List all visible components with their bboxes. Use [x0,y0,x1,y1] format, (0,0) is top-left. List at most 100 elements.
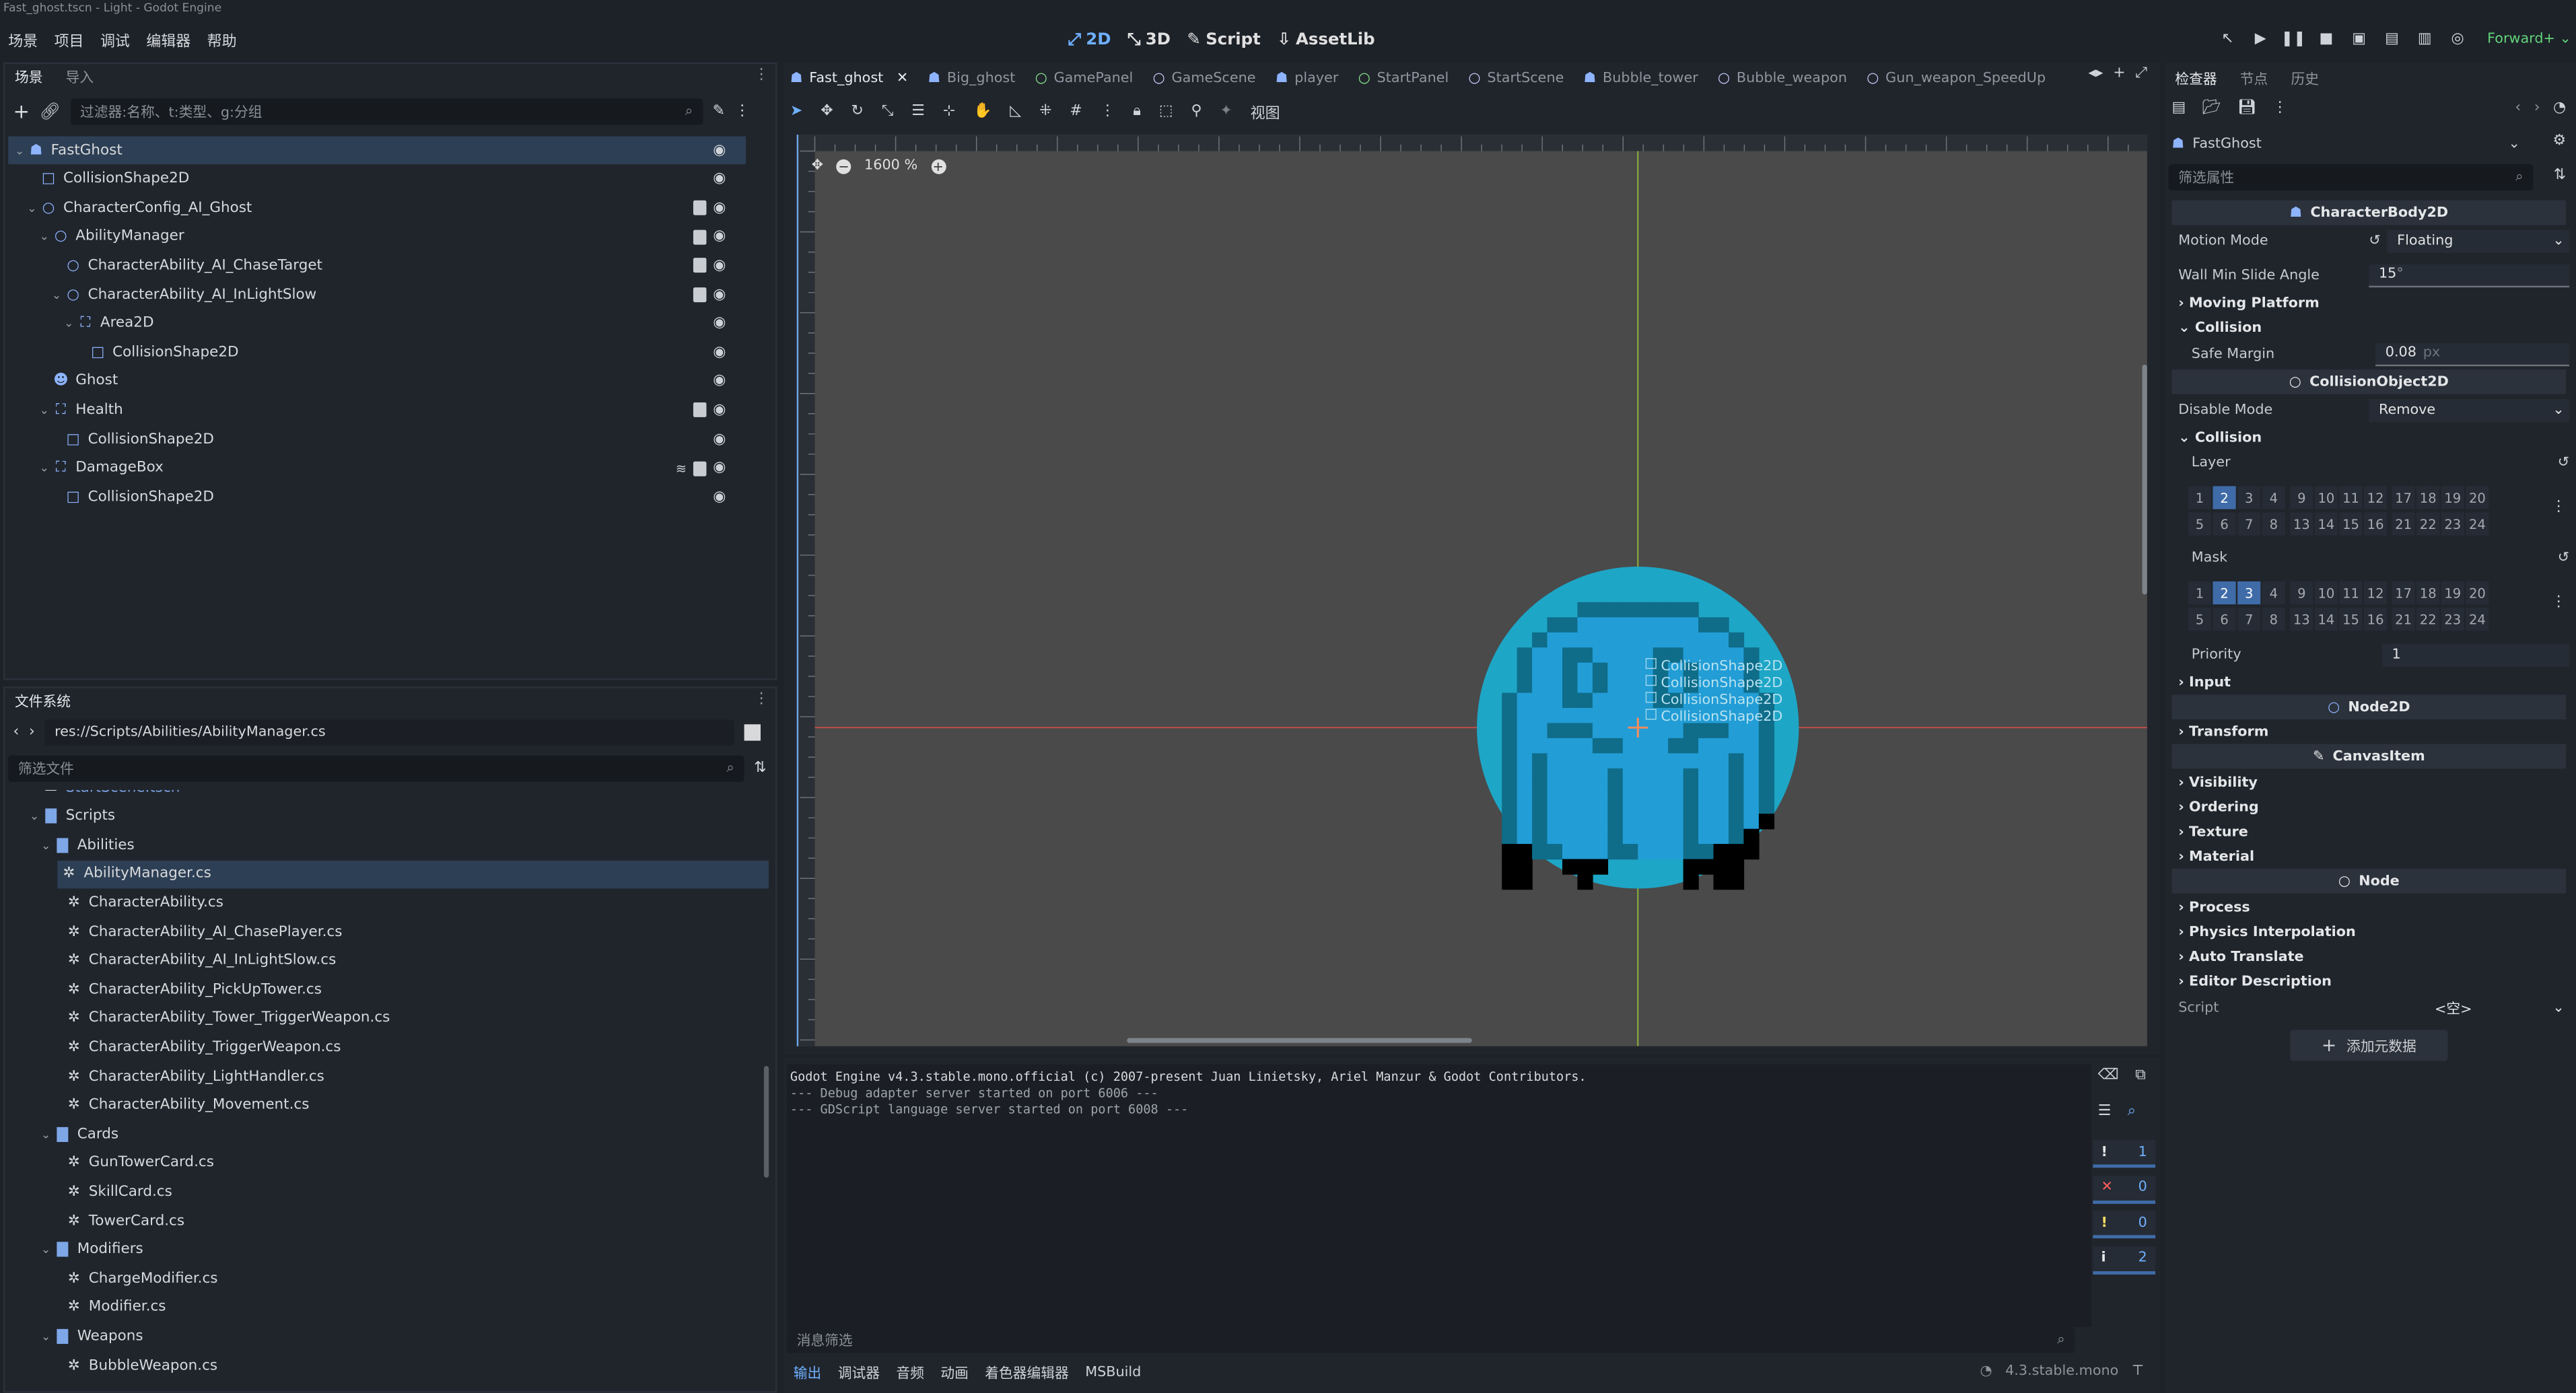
folder-item[interactable]: ⌄ ▇ Cards [11,1120,746,1148]
bit-cell[interactable]: 21 [2392,608,2415,631]
sort-icon[interactable]: ⇅ [754,760,766,777]
bit-cell[interactable]: 2 [2213,486,2236,509]
visibility-eye-icon[interactable]: ◉ [713,373,729,390]
bit-cell[interactable]: 20 [2466,486,2489,509]
history-forward-icon[interactable]: › [2534,100,2540,116]
tab-assetlib[interactable]: ⇩ AssetLib [1277,30,1374,48]
scene-filter-input[interactable]: 过滤器:名称、t:类型、g:分组 ⌕ [70,98,703,125]
bit-cell[interactable]: 22 [2416,608,2440,631]
snap-options-icon[interactable]: ⋮ [1100,104,1115,120]
scene-tabs-nav-icon[interactable]: ◂▸ [2088,66,2103,82]
bottom-tab[interactable]: MSBuild [1085,1365,1141,1381]
file-item[interactable]: ✲ Modifier.cs [11,1294,746,1322]
bit-cell[interactable]: 3 [2237,581,2261,605]
scene-tree-node[interactable]: ⌄ ○ CharacterConfig_AI_Ghost ◉ [8,194,746,221]
bit-cell[interactable]: 7 [2237,608,2261,631]
canvas-2d[interactable]: CollisionShape2D CollisionShape2D Collisio… [796,135,2147,1046]
file-item[interactable]: ✲ SkillCard.cs [11,1178,746,1206]
file-item[interactable]: ✲ CharacterAbility.cs [11,889,746,917]
inspected-node[interactable]: ☗ FastGhost ⌄ [2171,131,2519,156]
bit-cell[interactable]: 24 [2466,512,2489,536]
counter-info[interactable]: i2 [2093,1246,2156,1274]
remote-deploy-icon[interactable]: ▣ [2349,30,2369,49]
expand-arrow-icon[interactable]: ⌄ [41,1330,55,1344]
file-item[interactable]: ✲ CharacterAbility_AI_InLightSlow.cs [11,947,746,974]
script-icon[interactable] [693,201,707,216]
scene-tab[interactable]: ☗ player [1276,71,1339,87]
menu-item[interactable]: 项目 [46,29,92,50]
visibility-eye-icon[interactable]: ◉ [713,229,729,245]
add-metadata-button[interactable]: + 添加元数据 [2290,1030,2448,1061]
visibility-eye-icon[interactable]: ◉ [713,460,729,476]
bottom-tab[interactable]: 调试器 [838,1363,880,1383]
grid-snap-icon[interactable]: # [1070,104,1082,120]
tab-2d[interactable]: ⤢ 2D [1068,30,1111,48]
expand-arrow-icon[interactable]: ⌄ [52,288,65,301]
scene-tree-node[interactable]: □ CollisionShape2D ◉ [8,483,746,511]
bit-cell[interactable]: 9 [2290,486,2313,509]
save-resource-icon[interactable]: 💾︎ [2237,100,2256,116]
scene-tree-node[interactable]: □ CollisionShape2D ◉ [8,166,746,193]
zoom-level[interactable]: 1600 % [864,157,917,174]
script-icon[interactable] [693,460,707,476]
attach-script-icon[interactable]: ✎ [713,104,725,120]
section-texture[interactable]: › Texture [2171,820,2569,845]
bit-cell[interactable]: 21 [2392,512,2415,536]
link-icon[interactable]: 🔗︎ [40,103,61,121]
stop-icon[interactable]: ■ [2316,30,2336,49]
bit-cell[interactable]: 1 [2188,581,2212,605]
folder-item[interactable]: ⌄ ▇ Modifiers [11,1236,746,1264]
script-icon[interactable] [693,287,707,303]
expand-arrow-icon[interactable]: ⌄ [64,317,77,330]
motion-mode-select[interactable]: Floating ⌄ [2387,229,2570,252]
revert-icon[interactable]: ↺ [2558,454,2569,470]
bit-cell[interactable]: 4 [2262,581,2285,605]
select-tool-icon[interactable]: ➤ [790,104,802,120]
bit-cell[interactable]: 8 [2262,512,2285,536]
scene-tree-node[interactable]: □ CollisionShape2D ◉ [8,425,746,453]
bottom-tab[interactable]: 着色器编辑器 [985,1363,1069,1383]
output-log[interactable]: Godot Engine v4.3.stable.mono.official (… [787,1064,2091,1328]
file-item[interactable]: ✲ ChargeModifier.cs [11,1265,746,1293]
bit-cell[interactable]: 14 [2314,608,2338,631]
tab-script[interactable]: ✎ Script [1187,30,1260,48]
file-item[interactable]: ✲ CharacterAbility_LightHandler.cs [11,1063,746,1090]
section-collision[interactable]: ⌄ Collision [2171,316,2569,341]
bit-cell[interactable]: 19 [2441,486,2464,509]
file-item[interactable]: ✲ GunTowerCard.cs [11,1149,746,1177]
visibility-eye-icon[interactable]: ◉ [713,287,729,303]
scene-tab[interactable]: ☗ Fast_ghost ✕ [790,71,908,87]
play-scene-icon[interactable]: ▤ [2382,30,2402,49]
dock-menu-icon[interactable]: ⋮ [754,67,769,83]
zoom-in-icon[interactable]: + [930,158,946,174]
pin-panel-icon[interactable]: ⊤ [2132,1363,2144,1380]
bottom-tab[interactable]: 音频 [896,1363,924,1383]
distraction-free-icon[interactable]: ⤢ [2135,66,2147,82]
counter-error[interactable]: ✕ 0 [2093,1175,2156,1203]
visibility-eye-icon[interactable]: ◉ [713,200,729,216]
center-view-icon[interactable]: ✥ [812,157,823,174]
tab-3d[interactable]: ⤡ 3D [1127,30,1171,48]
play-custom-scene-icon[interactable]: ▥ [2415,30,2435,49]
folder-item[interactable]: ⌄ ▇ Weapons [11,1323,746,1351]
scene-tree-node[interactable]: ○ CharacterAbility_AI_ChaseTarget ◉ [8,252,746,279]
menu-item[interactable]: 调试 [92,29,138,50]
expand-arrow-icon[interactable]: ⌄ [41,1128,55,1141]
scene-tree-node[interactable]: ⌄ ○ CharacterAbility_AI_InLightSlow ◉ [8,281,746,308]
node-settings-icon[interactable]: ⚙ [2553,133,2567,149]
dock-menu-icon[interactable]: ⋮ [754,691,769,707]
priority-field[interactable]: 1 [2381,643,2570,666]
scene-tree-node[interactable]: ⌄ ☗ FastGhost ◉ [8,136,746,165]
expand-arrow-icon[interactable]: ⌄ [41,838,55,852]
collapse-icon[interactable]: ☰ [2098,1104,2112,1120]
bit-cell[interactable]: 10 [2314,581,2338,605]
bit-cell[interactable]: 20 [2466,581,2489,605]
bit-cell[interactable]: 11 [2339,486,2363,509]
bit-cell[interactable]: 19 [2441,581,2464,605]
bit-cell[interactable]: 15 [2339,608,2363,631]
menu-item[interactable]: 编辑器 [138,29,199,50]
add-node-icon[interactable]: + [13,100,30,123]
scene-tab[interactable]: ○ StartPanel [1358,71,1449,87]
copy-output-icon[interactable]: ⧉ [2135,1067,2146,1083]
section-collision-2[interactable]: ⌄ Collision [2171,425,2569,450]
